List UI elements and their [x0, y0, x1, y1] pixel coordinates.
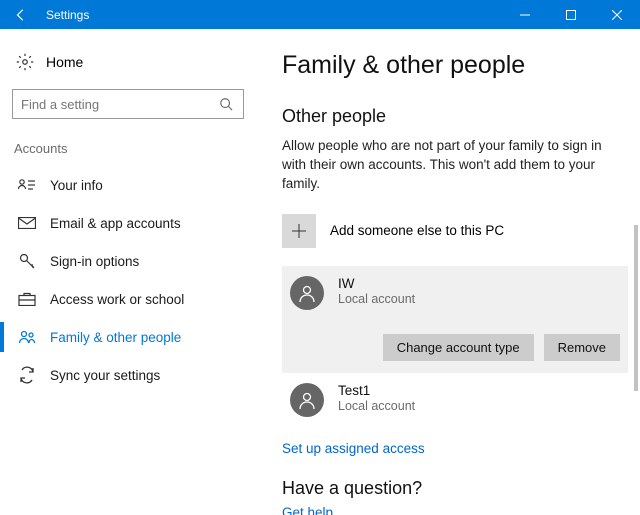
change-account-type-button[interactable]: Change account type — [383, 334, 534, 361]
sync-icon — [18, 366, 36, 384]
nav-label: Sign-in options — [50, 254, 139, 269]
maximize-button[interactable] — [548, 0, 594, 29]
sidebar-item-signin[interactable]: Sign-in options — [12, 242, 244, 280]
account-actions: Change account type Remove — [290, 334, 620, 361]
account-name: Test1 — [338, 383, 415, 398]
question-section: Have a question? Get help — [282, 478, 640, 515]
section-label: Accounts — [14, 141, 244, 156]
add-someone-button[interactable]: Add someone else to this PC — [282, 212, 640, 250]
back-button[interactable] — [0, 0, 42, 29]
nav-label: Family & other people — [50, 330, 181, 345]
home-button[interactable]: Home — [12, 47, 244, 77]
sidebar-item-family[interactable]: Family & other people — [12, 318, 244, 356]
remove-button[interactable]: Remove — [544, 334, 620, 361]
titlebar: Settings — [0, 0, 640, 29]
key-icon — [18, 252, 36, 270]
sidebar-item-sync[interactable]: Sync your settings — [12, 356, 244, 394]
nav-label: Access work or school — [50, 292, 184, 307]
nav-label: Email & app accounts — [50, 216, 181, 231]
mail-icon — [18, 214, 36, 232]
search-icon — [217, 95, 235, 113]
avatar-icon — [290, 276, 324, 310]
close-button[interactable] — [594, 0, 640, 29]
account-name: IW — [338, 276, 415, 291]
briefcase-icon — [18, 290, 36, 308]
sidebar-item-email[interactable]: Email & app accounts — [12, 204, 244, 242]
add-label: Add someone else to this PC — [330, 223, 504, 238]
sidebar: Home Accounts Your info Email & app acco… — [0, 29, 256, 515]
window-title: Settings — [42, 8, 89, 22]
minimize-button[interactable] — [502, 0, 548, 29]
gear-icon — [16, 53, 34, 71]
plus-icon — [282, 214, 316, 248]
question-title: Have a question? — [282, 478, 640, 499]
page-title: Family & other people — [282, 51, 640, 80]
section-title: Other people — [282, 106, 640, 127]
sidebar-item-your-info[interactable]: Your info — [12, 166, 244, 204]
nav-label: Your info — [50, 178, 103, 193]
home-label: Home — [46, 54, 83, 70]
nav-label: Sync your settings — [50, 368, 160, 383]
account-item[interactable]: Test1 Local account — [282, 373, 628, 427]
avatar-icon — [290, 383, 324, 417]
sidebar-item-work[interactable]: Access work or school — [12, 280, 244, 318]
account-type: Local account — [338, 292, 415, 306]
scrollbar[interactable] — [634, 225, 638, 391]
window-controls — [502, 0, 640, 29]
person-card-icon — [18, 176, 36, 194]
get-help-link[interactable]: Get help — [282, 505, 640, 515]
people-icon — [18, 328, 36, 346]
account-item-selected[interactable]: IW Local account Change account type Rem… — [282, 266, 628, 373]
main-content: Family & other people Other people Allow… — [256, 29, 640, 515]
section-description: Allow people who are not part of your fa… — [282, 137, 612, 194]
assigned-access-link[interactable]: Set up assigned access — [282, 441, 640, 456]
search-input[interactable] — [21, 97, 217, 112]
search-box[interactable] — [12, 89, 244, 119]
account-info: IW Local account — [338, 276, 415, 306]
account-type: Local account — [338, 399, 415, 413]
account-info: Test1 Local account — [338, 383, 415, 413]
